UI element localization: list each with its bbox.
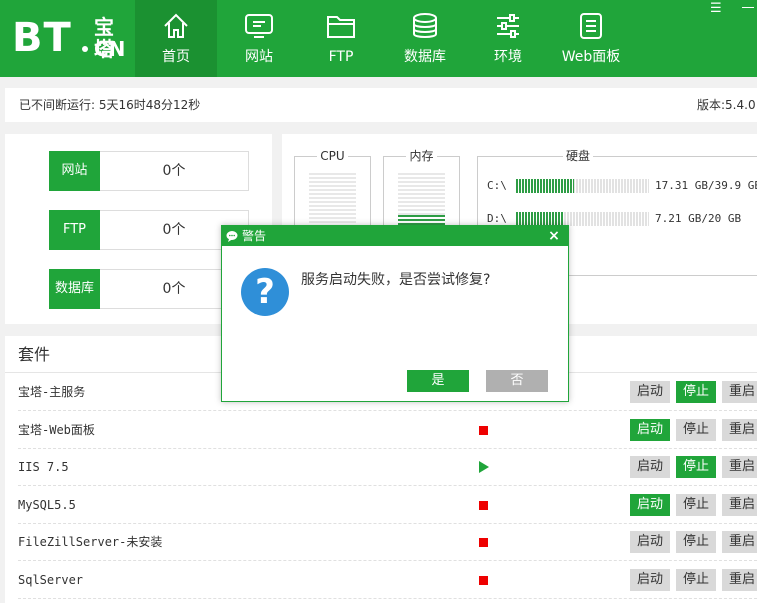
nav-environment[interactable]: 环境 <box>467 0 549 77</box>
stat-database-label: 数据库 <box>49 269 100 309</box>
disk-c-bar <box>516 179 649 193</box>
stopped-status-icon <box>479 425 488 435</box>
plugin-row: MySQL5.5 启动 停止 重启 <box>5 487 757 524</box>
stop-button[interactable]: 停止 <box>676 418 716 441</box>
running-status-icon <box>479 461 489 473</box>
question-icon: ? <box>241 268 289 316</box>
start-button[interactable]: 启动 <box>630 531 670 553</box>
restart-button[interactable]: 重启 <box>722 493 757 516</box>
nav-web-panel[interactable]: Web面板 <box>550 0 632 77</box>
plugin-row: IIS 7.5 启动 停止 重启 <box>5 449 757 486</box>
dialog-header: 警告 × <box>222 226 568 246</box>
sliders-icon <box>497 14 519 38</box>
stop-button[interactable]: 停止 <box>676 456 716 478</box>
logo-dot <box>82 46 88 52</box>
plugin-row: FileZillServer-未安装 启动 停止 重启 <box>5 524 757 561</box>
menu-icon[interactable]: ☰ <box>710 2 722 16</box>
nav-home-label: 首页 <box>162 49 190 65</box>
plugins-title: 套件 <box>18 345 51 364</box>
disk-c-label: C:\ <box>487 179 507 192</box>
disk-d-usage: 7.21 GB/20 GB <box>655 212 742 225</box>
plugin-name: 宝塔-Web面板 <box>18 422 95 437</box>
start-button[interactable]: 启动 <box>630 456 670 478</box>
stopped-status-icon <box>479 575 488 585</box>
restart-button[interactable]: 重启 <box>722 568 757 591</box>
nav-web-panel-label: Web面板 <box>561 49 621 65</box>
disk-title: 硬盘 <box>562 149 593 163</box>
plugin-row: SqlServer 启动 停止 重启 <box>5 562 757 599</box>
logo-cn: CN <box>94 37 126 61</box>
document-icon <box>580 13 602 39</box>
nav-ftp[interactable]: FTP <box>300 0 382 77</box>
uptime-bar: 已不间断运行: 5天16时48分12秒 版本:5.4.0 <box>5 88 757 122</box>
nav-database[interactable]: 数据库 <box>384 0 466 77</box>
stat-database[interactable]: 数据库 0个 <box>49 269 249 309</box>
restart-button[interactable]: 重启 <box>722 418 757 441</box>
uptime-text: 已不间断运行: 5天16时48分12秒 <box>19 98 201 112</box>
nav-ftp-label: FTP <box>328 49 354 65</box>
stat-ftp-label: FTP <box>49 210 100 250</box>
restart-button[interactable]: 重启 <box>722 456 757 478</box>
stop-button[interactable]: 停止 <box>676 568 716 591</box>
row-separator <box>18 597 757 599</box>
stat-website-label: 网站 <box>49 151 100 191</box>
plugin-name: 宝塔-主服务 <box>18 385 86 399</box>
start-button[interactable]: 启动 <box>630 418 670 441</box>
disk-c-usage: 17.31 GB/39.9 GB <box>655 179 757 192</box>
restart-button[interactable]: 重启 <box>722 531 757 553</box>
stat-website-value: 0个 <box>162 163 186 179</box>
plugin-name: FileZillServer-未安装 <box>18 535 163 549</box>
yes-button[interactable]: 是 <box>407 370 469 392</box>
memory-title: 内存 <box>406 149 437 163</box>
disk-d-fill <box>516 212 564 226</box>
start-button[interactable]: 启动 <box>630 568 670 591</box>
cpu-title: CPU <box>317 149 348 163</box>
stopped-status-icon <box>479 538 488 547</box>
stat-website[interactable]: 网站 0个 <box>49 151 249 191</box>
plugin-name: MySQL5.5 <box>18 497 76 512</box>
nav-environment-label: 环境 <box>494 49 522 65</box>
disk-c-fill <box>516 179 574 193</box>
disk-d-label: D:\ <box>487 212 507 225</box>
home-icon <box>164 13 188 38</box>
start-button[interactable]: 启动 <box>630 493 670 516</box>
stopped-status-icon <box>479 500 488 510</box>
plugin-name: IIS 7.5 <box>18 460 69 474</box>
no-button[interactable]: 否 <box>486 370 548 392</box>
nav-home[interactable]: 首页 <box>135 0 217 77</box>
plugin-row: 宝塔-Web面板 启动 停止 重启 <box>5 412 757 449</box>
nav-website[interactable]: 网站 <box>218 0 300 77</box>
plugin-name: SqlServer <box>18 572 84 587</box>
chat-icon <box>226 231 238 242</box>
database-icon <box>413 13 437 38</box>
top-nav-bar: BT 宝塔 CN 首页 网站 FTP 数据库 环境 Web面板 ☰ <box>0 0 757 77</box>
logo-bt: BT <box>12 15 72 61</box>
dialog-message: 服务启动失败，是否尝试修复? <box>301 272 491 288</box>
nav-website-label: 网站 <box>245 49 273 65</box>
stop-button[interactable]: 停止 <box>676 381 716 403</box>
minimize-icon[interactable] <box>742 7 754 8</box>
close-icon[interactable]: × <box>546 228 562 244</box>
stop-button[interactable]: 停止 <box>676 531 716 553</box>
version-text: 版本:5.4.0 <box>697 98 756 112</box>
restart-button[interactable]: 重启 <box>722 381 757 403</box>
monitor-icon <box>245 14 273 38</box>
warning-dialog: 警告 × ? 服务启动失败，是否尝试修复? 是 否 <box>221 225 569 402</box>
start-button[interactable]: 启动 <box>630 381 670 403</box>
dialog-title: 警告 <box>242 229 267 243</box>
stat-ftp[interactable]: FTP 0个 <box>49 210 249 250</box>
disk-d-bar <box>516 212 649 226</box>
folder-icon <box>327 16 355 38</box>
stop-button[interactable]: 停止 <box>676 493 716 516</box>
nav-database-label: 数据库 <box>404 49 446 65</box>
